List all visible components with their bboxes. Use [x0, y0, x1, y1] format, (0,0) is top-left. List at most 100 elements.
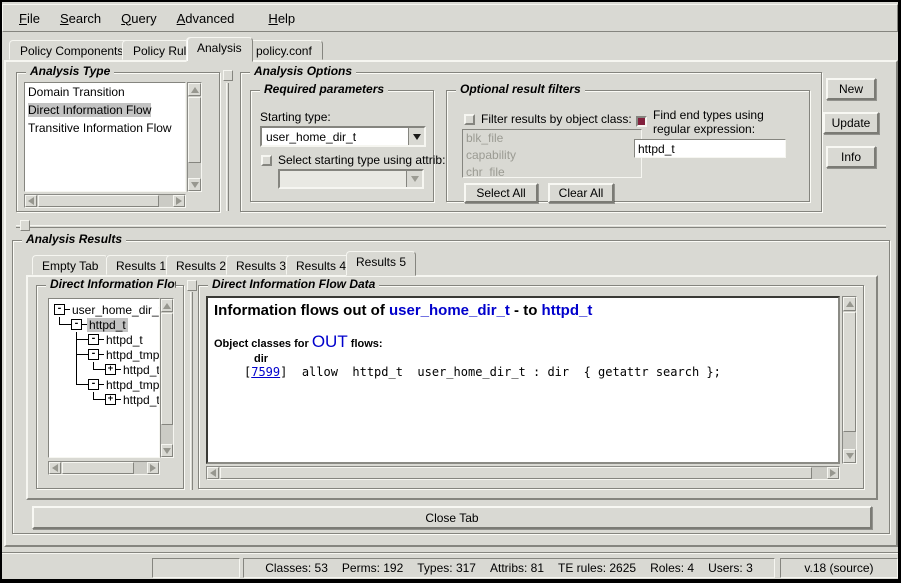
select-attrib-label[interactable]: Select starting type using attrib: — [278, 153, 445, 167]
results-sash-handle[interactable] — [20, 220, 30, 231]
tree-expander-icon[interactable]: + — [105, 394, 116, 405]
scroll-thumb[interactable] — [62, 462, 134, 474]
new-button[interactable]: New — [826, 78, 876, 100]
checkbox-regex-endtypes[interactable] — [636, 116, 647, 127]
flow-tree[interactable]: - user_home_dir_t - httpd_t - httpd_t - … — [48, 298, 160, 458]
clear-all-button[interactable]: Clear All — [548, 183, 614, 203]
tree-data-sash[interactable] — [190, 292, 193, 490]
tree-vscrollbar[interactable] — [160, 298, 174, 458]
scroll-up-icon[interactable] — [161, 299, 173, 312]
optional-filters-title: Optional result filters — [456, 82, 585, 96]
combo-arrow-icon[interactable] — [408, 128, 424, 145]
starting-type-combobox[interactable]: user_home_dir_t — [260, 126, 426, 147]
analysis-type-title: Analysis Type — [26, 64, 114, 78]
stat-perms: Perms: 192 — [342, 561, 403, 575]
regex-input[interactable] — [634, 139, 786, 158]
regex-endtypes-label[interactable]: Find end types using regular expression: — [653, 108, 798, 136]
scroll-right-icon[interactable] — [147, 462, 159, 474]
scroll-left-icon[interactable] — [207, 467, 219, 479]
list-item-selected[interactable]: Direct Information Flow — [25, 101, 185, 119]
flow-data-text[interactable]: Information flows out of user_home_dir_t… — [206, 296, 840, 464]
status-stats: Classes: 53 Perms: 192 Types: 317 Attrib… — [243, 558, 775, 578]
tree-node-label[interactable]: user_home_dir_t — [70, 303, 160, 317]
flow-heading: Information flows out of user_home_dir_t… — [214, 302, 832, 319]
tree-node-label[interactable]: httpd_t — [104, 333, 145, 347]
tab-analysis[interactable]: Analysis — [186, 37, 253, 62]
scroll-left-icon[interactable] — [25, 195, 37, 207]
data-hscrollbar[interactable] — [206, 466, 840, 480]
tree-node[interactable]: + httpd_t — [51, 392, 159, 407]
pane-sash[interactable] — [226, 83, 229, 211]
scroll-thumb[interactable] — [161, 313, 173, 425]
data-vscrollbar[interactable] — [842, 296, 857, 464]
checkbox-select-attrib[interactable] — [261, 155, 272, 166]
results-tab-empty[interactable]: Empty Tab — [32, 255, 108, 275]
tree-expander-icon[interactable]: + — [105, 364, 116, 375]
scroll-thumb[interactable] — [188, 97, 201, 163]
analysis-type-vscrollbar[interactable] — [187, 82, 202, 192]
tree-expander-icon[interactable]: - — [71, 319, 82, 330]
analysis-results-title: Analysis Results — [22, 232, 126, 246]
list-item[interactable]: Transitive Information Flow — [25, 119, 185, 137]
scroll-down-icon[interactable] — [161, 444, 173, 457]
stat-classes: Classes: 53 — [265, 561, 328, 575]
scroll-up-icon[interactable] — [843, 297, 856, 311]
object-class-list: blk_file capability chr_file — [462, 129, 642, 178]
info-button[interactable]: Info — [826, 146, 876, 168]
scroll-down-icon[interactable] — [843, 449, 856, 463]
scroll-left-icon[interactable] — [49, 462, 61, 474]
flow-classes-line: Object classes for OUT flows: — [214, 332, 832, 352]
analysis-options-title: Analysis Options — [250, 64, 356, 78]
tree-node-selected[interactable]: - httpd_t — [51, 317, 159, 332]
tree-node[interactable]: + httpd_t — [51, 362, 159, 377]
update-button[interactable]: Update — [823, 112, 879, 134]
tree-data-sash-handle[interactable] — [187, 280, 197, 291]
tree-node[interactable]: - user_home_dir_t — [51, 302, 159, 317]
checkbox-filter-by-class[interactable] — [464, 114, 475, 125]
rule-link[interactable]: 7599 — [251, 365, 280, 379]
scroll-right-icon[interactable] — [827, 467, 839, 479]
select-all-button[interactable]: Select All — [464, 183, 538, 203]
combo-arrow-icon — [406, 171, 422, 187]
tab-policy-components[interactable]: Policy Components — [9, 40, 134, 60]
required-parameters-title: Required parameters — [260, 82, 388, 96]
tree-expander-icon[interactable]: - — [88, 379, 99, 390]
pane-sash-handle[interactable] — [223, 70, 233, 81]
analysis-type-hscrollbar[interactable] — [24, 194, 186, 208]
scroll-up-icon[interactable] — [188, 83, 201, 96]
attrib-combobox-disabled — [278, 169, 424, 189]
scroll-right-icon[interactable] — [173, 195, 185, 207]
tree-node-label[interactable]: httpd_tmp_t — [104, 348, 160, 362]
close-tab-button[interactable]: Close Tab — [32, 506, 872, 529]
menu-item-query[interactable]: Query — [111, 7, 166, 30]
tree-expander-icon[interactable]: - — [54, 304, 65, 315]
tab-policy-conf[interactable]: policy.conf — [245, 40, 323, 60]
scroll-thumb[interactable] — [38, 195, 159, 207]
tree-node-label[interactable]: httpd_tmpfs_t — [104, 378, 160, 392]
statusbar-divider — [2, 552, 898, 554]
tree-node[interactable]: - httpd_tmp_t — [51, 347, 159, 362]
tree-node-label[interactable]: httpd_t — [121, 363, 160, 377]
tree-expander-icon[interactable]: - — [88, 349, 99, 360]
menu-item-file[interactable]: File — [9, 7, 50, 30]
filter-by-class-label[interactable]: Filter results by object class: — [481, 112, 632, 126]
results-tab-5[interactable]: Results 5 — [346, 251, 416, 276]
list-item[interactable]: Domain Transition — [25, 83, 185, 101]
starting-type-label: Starting type: — [260, 110, 331, 124]
scroll-down-icon[interactable] — [188, 178, 201, 191]
analysis-type-list[interactable]: Domain Transition Direct Information Flo… — [24, 82, 186, 192]
menu-item-advanced[interactable]: Advanced — [167, 7, 245, 30]
flow-object-class: dir — [254, 353, 832, 365]
tree-hscrollbar[interactable] — [48, 461, 160, 475]
menu-item-search[interactable]: Search — [50, 7, 111, 30]
scroll-thumb[interactable] — [843, 312, 856, 432]
tree-node-label[interactable]: httpd_t — [121, 393, 160, 407]
scroll-thumb[interactable] — [220, 467, 812, 479]
version-label: v.18 (source) — [780, 558, 898, 578]
results-sash[interactable] — [16, 225, 886, 228]
menu-item-help[interactable]: Help — [258, 7, 305, 30]
tree-node[interactable]: - httpd_tmpfs_t — [51, 377, 159, 392]
tree-node-label[interactable]: httpd_t — [87, 318, 128, 332]
tree-node[interactable]: - httpd_t — [51, 332, 159, 347]
tree-expander-icon[interactable]: - — [88, 334, 99, 345]
